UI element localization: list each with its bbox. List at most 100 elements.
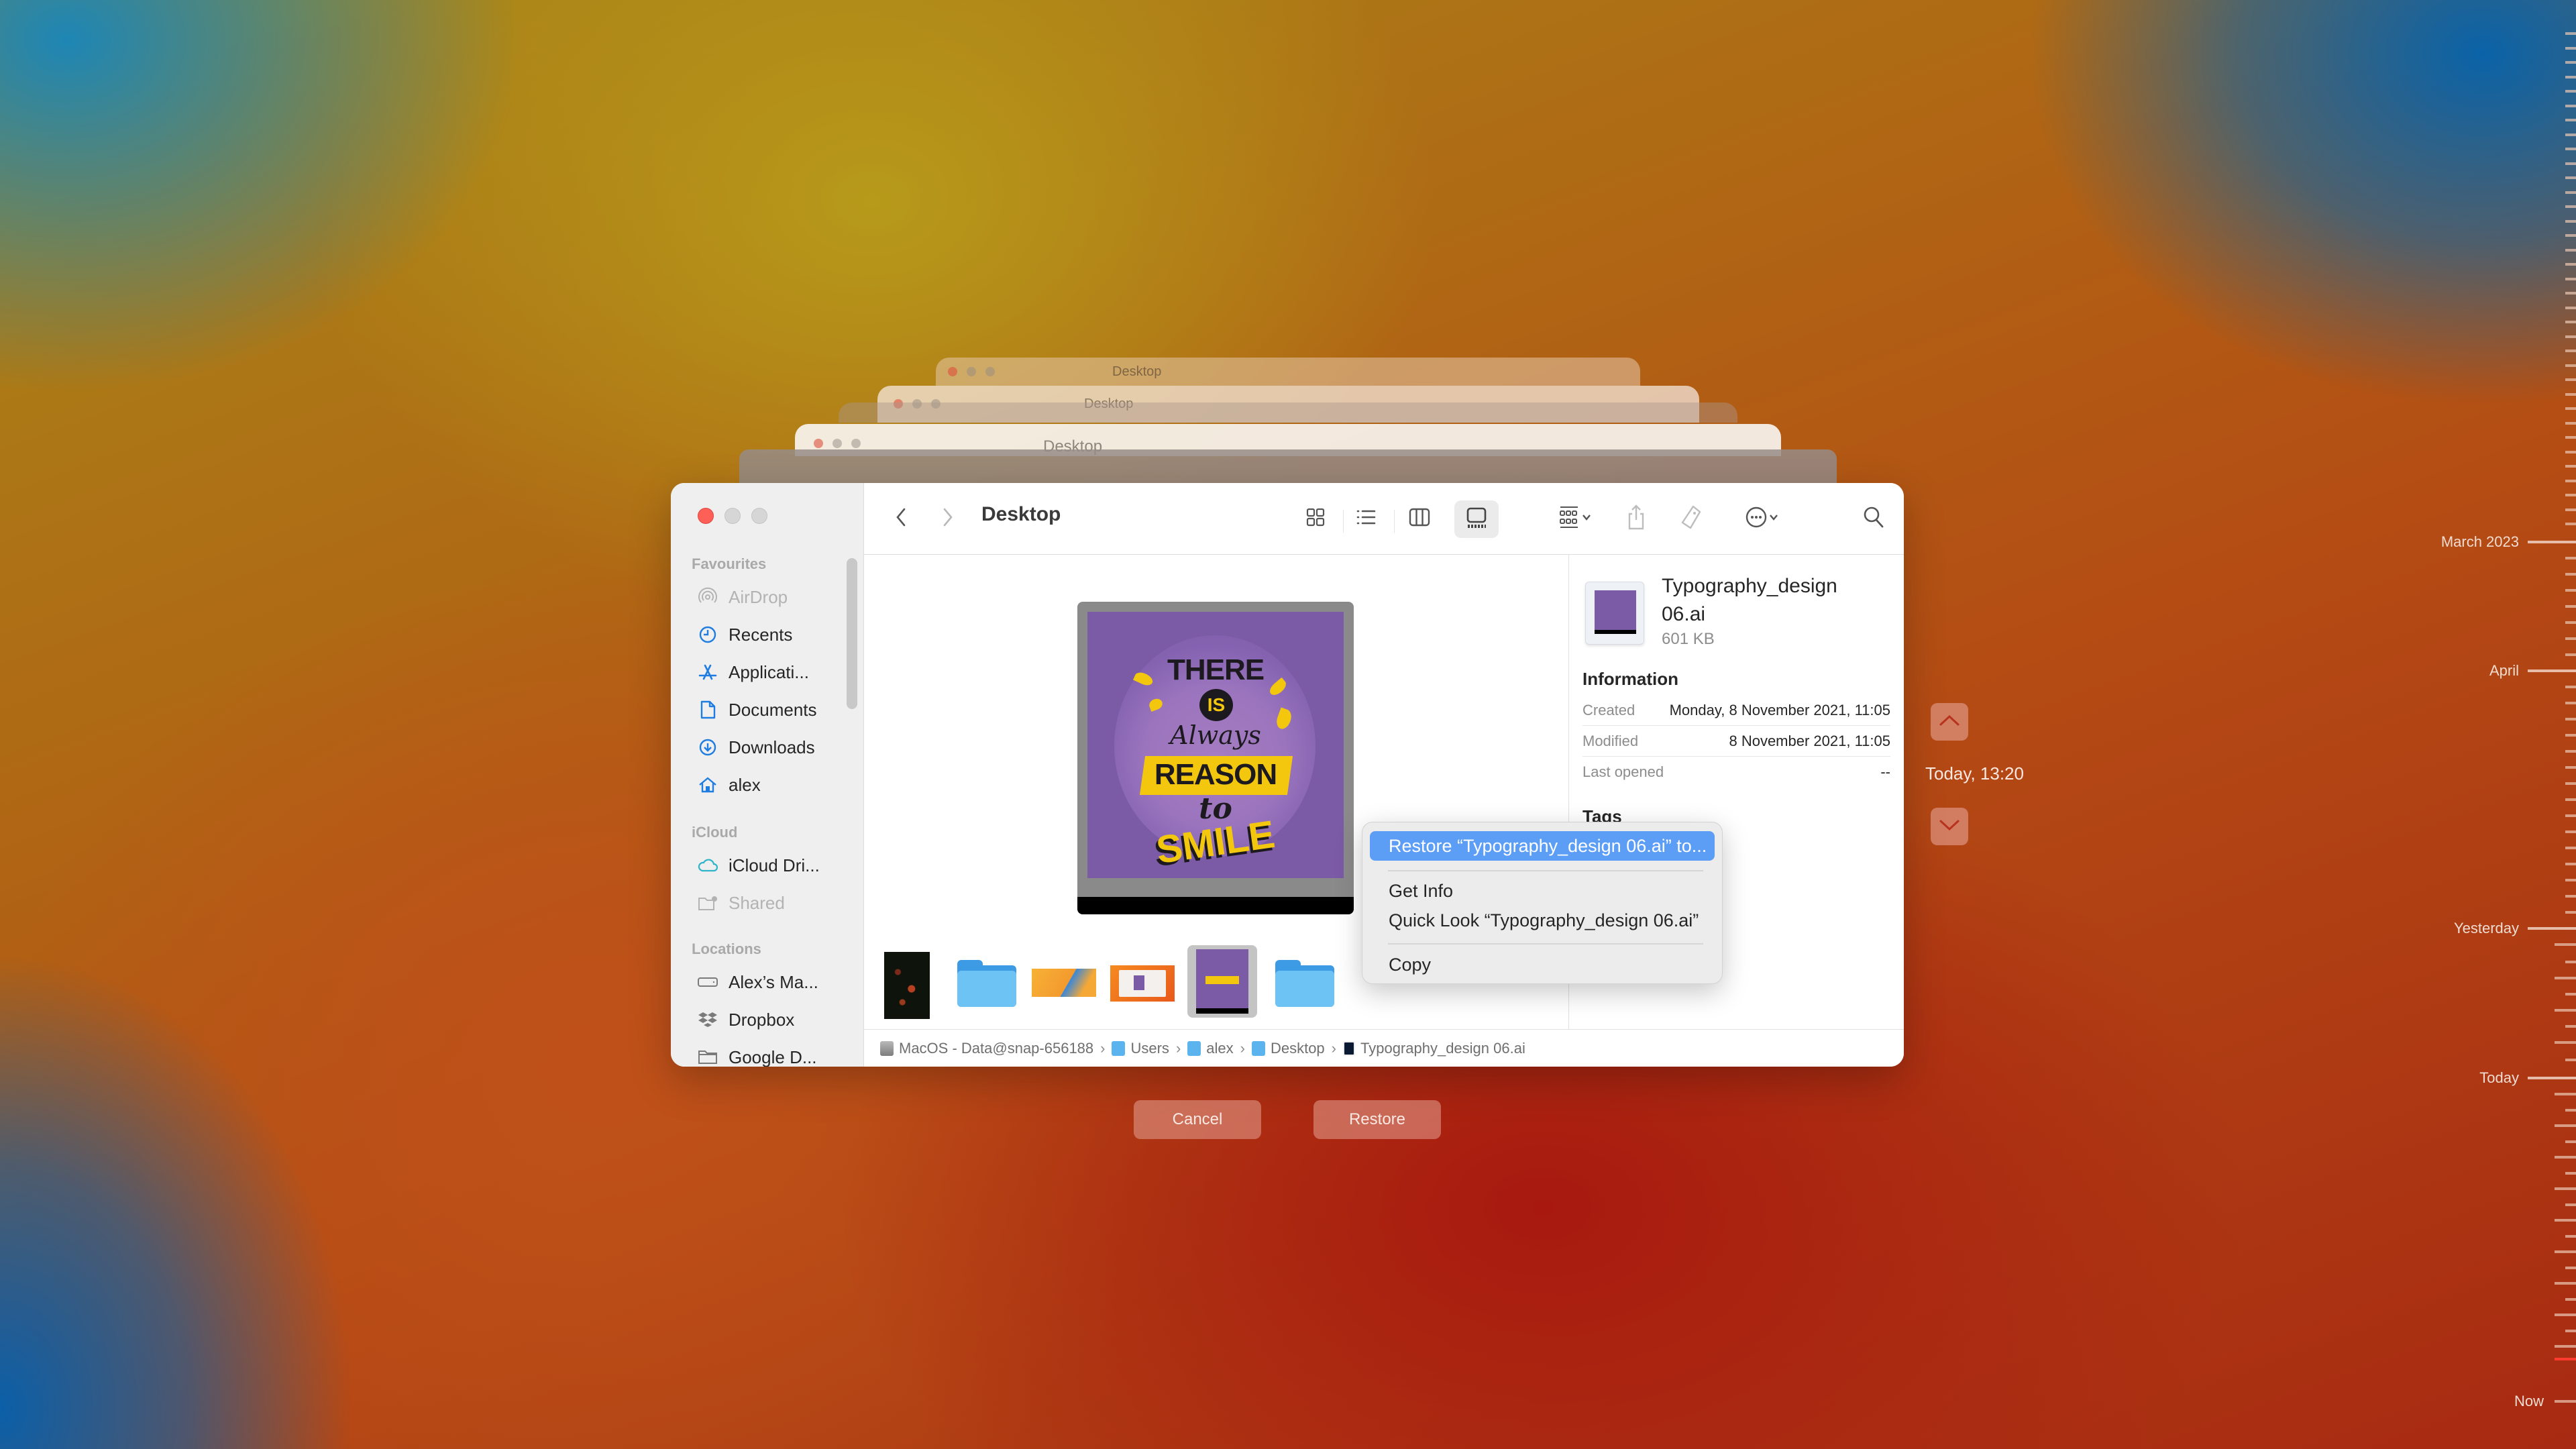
- menu-item-restore-to[interactable]: Restore “Typography_design 06.ai” to...: [1370, 831, 1715, 861]
- timeline-major-tick[interactable]: [2528, 669, 2576, 672]
- timeline-tick[interactable]: [2565, 961, 2576, 963]
- timeline-tick[interactable]: [2565, 335, 2576, 338]
- sidebar-item-documents[interactable]: Documents: [696, 696, 817, 723]
- timeline-tick[interactable]: [2565, 814, 2576, 817]
- timeline-tick[interactable]: [2565, 234, 2576, 237]
- timeline-tick[interactable]: [2565, 1234, 2576, 1238]
- timeline-tick[interactable]: [2565, 637, 2576, 640]
- timeline-tick[interactable]: [2565, 32, 2576, 35]
- timeline-tick[interactable]: [2565, 557, 2576, 559]
- thumbnail-folder[interactable]: [1275, 959, 1335, 1008]
- timeline-tick[interactable]: [2555, 977, 2576, 979]
- zoom-button[interactable]: [751, 508, 767, 524]
- timeline-tick[interactable]: [2565, 407, 2576, 410]
- timeline-tick[interactable]: [2565, 176, 2576, 179]
- timeline-major-tick[interactable]: [2528, 541, 2576, 543]
- path-segment-file[interactable]: Typography_design 06.ai: [1343, 1040, 1525, 1057]
- forward-button[interactable]: [938, 500, 958, 537]
- search-button[interactable]: [1857, 500, 1890, 537]
- timeline-tick[interactable]: [2565, 573, 2576, 576]
- timeline-major-tick[interactable]: [2528, 927, 2576, 930]
- timeline-tick[interactable]: [2555, 1219, 2576, 1222]
- sidebar-item-alex[interactable]: alex: [696, 771, 761, 798]
- timeline-tick[interactable]: [2565, 879, 2576, 881]
- timeline-tick[interactable]: [2555, 1250, 2576, 1253]
- timeline-tick[interactable]: [2555, 1124, 2576, 1127]
- timeline-label-now[interactable]: Now: [2514, 1393, 2544, 1410]
- thumbnail-folder[interactable]: [957, 959, 1017, 1008]
- timeline-tick[interactable]: [2565, 90, 2576, 93]
- timeline-tick[interactable]: [2565, 421, 2576, 425]
- share-button[interactable]: [1621, 500, 1652, 537]
- icon-view-button[interactable]: [1297, 500, 1334, 537]
- sidebar-item-recents[interactable]: Recents: [696, 621, 792, 648]
- timeline-tick[interactable]: [2565, 1266, 2576, 1269]
- sidebar-item-google-drive[interactable]: Google D...: [696, 1044, 817, 1067]
- timeline-label-april[interactable]: April: [2489, 662, 2519, 680]
- menu-item-copy[interactable]: Copy: [1370, 950, 1715, 979]
- minimize-button[interactable]: [724, 508, 741, 524]
- timeline-tick[interactable]: [2555, 1009, 2576, 1012]
- timeline-tick[interactable]: [2565, 1203, 2576, 1206]
- cancel-button[interactable]: Cancel: [1134, 1100, 1261, 1139]
- sidebar-item-applications[interactable]: Applicati...: [696, 659, 809, 686]
- timeline-tick[interactable]: [2565, 782, 2576, 785]
- timeline-tick[interactable]: [2565, 653, 2576, 656]
- sidebar-item-icloud-drive[interactable]: iCloud Dri...: [696, 852, 820, 879]
- timeline-tick[interactable]: [2565, 350, 2576, 352]
- thumbnail-selected-file[interactable]: [1187, 945, 1257, 1018]
- next-snapshot-button[interactable]: [1931, 808, 1968, 845]
- timeline-tick[interactable]: [2565, 718, 2576, 720]
- file-preview[interactable]: THERE IS Always REASON to SMILE: [1077, 602, 1354, 914]
- timeline-tick[interactable]: [2565, 686, 2576, 688]
- timeline-tick-now[interactable]: [2555, 1400, 2576, 1403]
- timeline-tick[interactable]: [2565, 321, 2576, 323]
- timeline-tick[interactable]: [2565, 702, 2576, 704]
- timeline-tick[interactable]: [2565, 911, 2576, 914]
- timeline-tick[interactable]: [2565, 494, 2576, 496]
- timeline-tick[interactable]: [2565, 993, 2576, 996]
- timeline-tick[interactable]: [2565, 219, 2576, 223]
- path-segment-users[interactable]: Users: [1112, 1040, 1169, 1057]
- timeline-tick[interactable]: [2565, 191, 2576, 194]
- timeline-tick[interactable]: [2565, 863, 2576, 865]
- tag-button[interactable]: [1676, 500, 1707, 537]
- timeline-tick[interactable]: [2565, 734, 2576, 737]
- timeline-tick[interactable]: [2555, 943, 2576, 946]
- timeline-tick[interactable]: [2565, 589, 2576, 592]
- timeline-tick[interactable]: [2565, 277, 2576, 280]
- timeline-tick[interactable]: [2565, 621, 2576, 624]
- timeline-tick[interactable]: [2565, 798, 2576, 801]
- sidebar-item-dropbox[interactable]: Dropbox: [696, 1006, 794, 1033]
- timeline-tick[interactable]: [2555, 1282, 2576, 1285]
- time-machine-timeline[interactable]: March 2023 April Yesterday Today Now: [2388, 0, 2576, 1449]
- timeline-tick[interactable]: [2565, 1329, 2576, 1332]
- timeline-tick[interactable]: [2565, 766, 2576, 769]
- timeline-tick[interactable]: [2565, 75, 2576, 78]
- timeline-tick[interactable]: [2565, 1059, 2576, 1061]
- timeline-current-marker[interactable]: [2555, 1358, 2576, 1360]
- path-segment-desktop[interactable]: Desktop: [1251, 1040, 1325, 1057]
- gallery-view-button[interactable]: [1454, 500, 1499, 538]
- timeline-tick[interactable]: [2555, 1345, 2576, 1348]
- timeline-tick[interactable]: [2565, 162, 2576, 165]
- timeline-label-today[interactable]: Today: [2479, 1069, 2519, 1087]
- timeline-tick[interactable]: [2555, 1041, 2576, 1044]
- timeline-tick[interactable]: [2565, 148, 2576, 150]
- timeline-label-march[interactable]: March 2023: [2441, 533, 2519, 551]
- timeline-tick[interactable]: [2565, 605, 2576, 608]
- timeline-tick[interactable]: [2565, 104, 2576, 107]
- list-view-button[interactable]: [1347, 500, 1385, 537]
- timeline-tick[interactable]: [2565, 392, 2576, 396]
- timeline-tick[interactable]: [2565, 1171, 2576, 1175]
- timeline-tick[interactable]: [2565, 508, 2576, 511]
- sidebar-item-downloads[interactable]: Downloads: [696, 734, 815, 761]
- timeline-tick[interactable]: [2555, 1093, 2576, 1095]
- timeline-tick[interactable]: [2565, 895, 2576, 898]
- sidebar-item-airdrop[interactable]: AirDrop: [696, 584, 788, 610]
- group-by-button[interactable]: [1548, 500, 1602, 537]
- timeline-tick[interactable]: [2555, 1313, 2576, 1316]
- timeline-tick[interactable]: [2565, 263, 2576, 266]
- timeline-tick[interactable]: [2565, 830, 2576, 833]
- timeline-tick[interactable]: [2565, 61, 2576, 64]
